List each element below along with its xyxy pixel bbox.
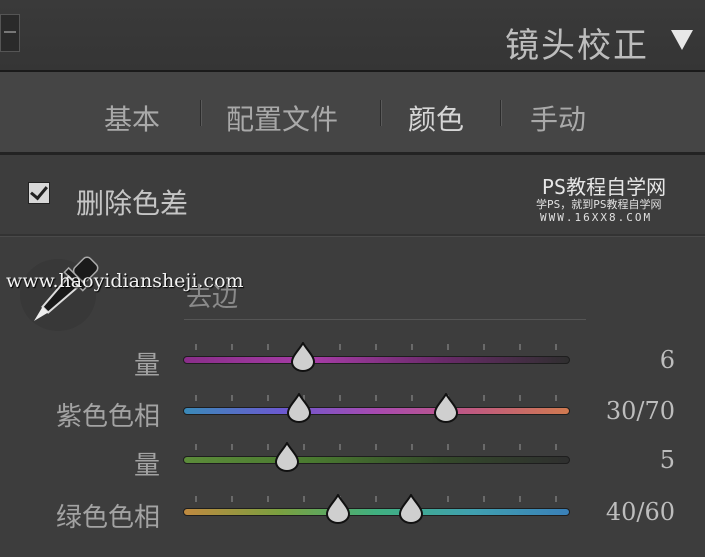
slider-tick xyxy=(411,444,413,450)
slider-tick xyxy=(267,496,269,502)
defringe-purple-hue-slider-track[interactable] xyxy=(183,407,570,415)
defringe-purple-hue-label: 紫色色相 xyxy=(55,402,160,432)
slider-tick xyxy=(195,444,197,450)
slider-tick xyxy=(519,496,521,502)
slider-tick xyxy=(231,344,233,350)
slider-tick xyxy=(555,496,557,502)
slider-tick xyxy=(339,444,341,450)
slider-tick xyxy=(195,496,197,502)
defringe-purple-amount-slider-track[interactable] xyxy=(183,356,570,364)
defringe-green-hue-slider-thumb[interactable] xyxy=(397,492,425,524)
tab-color[interactable]: 颜色 xyxy=(408,98,464,138)
slider-tick xyxy=(483,444,485,450)
slider-tick xyxy=(411,344,413,350)
defringe-purple-hue-value[interactable]: 30/70 xyxy=(606,397,675,425)
slider-tick xyxy=(303,444,305,450)
slider-tick xyxy=(339,344,341,350)
slider-tick xyxy=(339,395,341,401)
slider-tick xyxy=(267,444,269,450)
defringe-purple-amount-value[interactable]: 6 xyxy=(660,346,675,374)
defringe-green-hue-value[interactable]: 40/60 xyxy=(606,498,675,526)
tab-separator xyxy=(380,100,382,126)
defringe-label: 去边 xyxy=(186,283,239,313)
watermark-subtitle: 学PS，就到PS教程自学网 xyxy=(536,198,662,211)
tab-bar: 基本 配置文件 颜色 手动 xyxy=(0,72,705,155)
slider-tick xyxy=(303,496,305,502)
defringe-green-hue-slider-track[interactable] xyxy=(183,508,570,516)
defringe-green-amount-value[interactable]: 5 xyxy=(660,446,675,474)
slider-tick xyxy=(411,395,413,401)
defringe-purple-amount-label: 量 xyxy=(133,351,160,381)
remove-chromatic-aberration-checkbox[interactable] xyxy=(28,182,50,204)
section-divider xyxy=(0,234,705,237)
slider-tick xyxy=(375,444,377,450)
defringe-divider xyxy=(184,319,586,320)
tab-profile[interactable]: 配置文件 xyxy=(226,98,338,138)
defringe-green-amount-slider-track[interactable] xyxy=(183,456,570,464)
slider-tick xyxy=(483,496,485,502)
panel-solo-toggle[interactable] xyxy=(0,14,20,52)
slider-tick xyxy=(231,496,233,502)
slider-tick xyxy=(375,344,377,350)
tab-separator xyxy=(200,100,202,126)
defringe-purple-amount-slider-thumb[interactable] xyxy=(289,340,317,372)
defringe-green-amount-slider-thumb[interactable] xyxy=(273,440,301,472)
slider-tick xyxy=(555,344,557,350)
eyedropper-icon[interactable] xyxy=(18,247,108,337)
defringe-green-hue-slider-thumb[interactable] xyxy=(324,492,352,524)
remove-chromatic-aberration-label: 删除色差 xyxy=(76,187,189,220)
slider-tick xyxy=(447,496,449,502)
slider-tick xyxy=(375,395,377,401)
slider-tick xyxy=(447,344,449,350)
defringe-purple-hue-slider-thumb[interactable] xyxy=(285,391,313,423)
slider-tick xyxy=(519,395,521,401)
slider-tick xyxy=(231,444,233,450)
slider-tick xyxy=(447,444,449,450)
tab-separator xyxy=(500,100,502,126)
slider-tick xyxy=(195,395,197,401)
color-tab-content: 删除色差 PS教程自学网 学PS，就到PS教程自学网 WWW.16XX8.COM… xyxy=(0,155,705,557)
tab-basic[interactable]: 基本 xyxy=(104,98,160,138)
slider-tick xyxy=(555,395,557,401)
slider-tick xyxy=(519,444,521,450)
slider-tick xyxy=(267,395,269,401)
tab-manual[interactable]: 手动 xyxy=(530,98,586,138)
collapse-triangle-icon[interactable] xyxy=(671,30,693,50)
defringe-green-hue-label: 绿色色相 xyxy=(55,503,160,533)
defringe-green-amount-label: 量 xyxy=(133,451,160,481)
panel-title: 镜头校正 xyxy=(505,26,649,66)
slider-tick xyxy=(555,444,557,450)
slider-tick xyxy=(231,395,233,401)
defringe-purple-hue-slider-thumb[interactable] xyxy=(432,391,460,423)
slider-tick xyxy=(267,344,269,350)
watermark-url: WWW.16XX8.COM xyxy=(540,211,653,224)
slider-tick xyxy=(375,496,377,502)
slider-tick xyxy=(483,344,485,350)
slider-tick xyxy=(195,344,197,350)
slider-tick xyxy=(519,344,521,350)
panel-header[interactable]: 镜头校正 xyxy=(0,0,705,72)
slider-tick xyxy=(483,395,485,401)
